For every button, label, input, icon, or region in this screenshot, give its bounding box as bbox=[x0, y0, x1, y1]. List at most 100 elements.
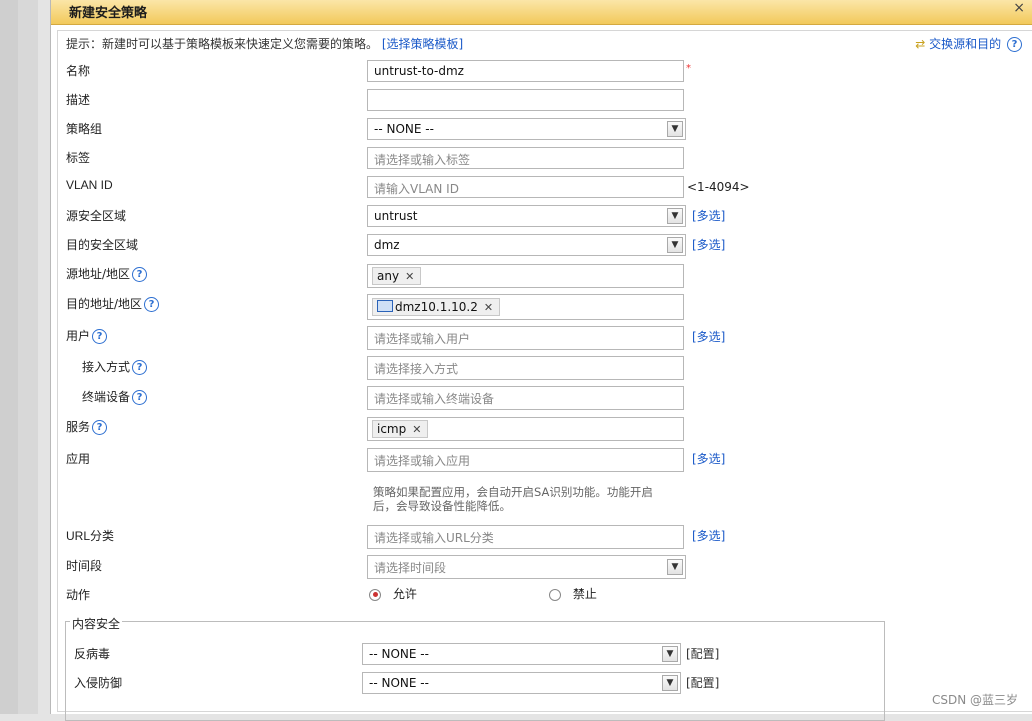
antivirus-select[interactable]: -- NONE -- ▼ bbox=[362, 643, 681, 665]
application-input[interactable]: 请选择或输入应用 bbox=[367, 448, 684, 472]
vlan-id-placeholder: 请输入VLAN ID bbox=[374, 182, 459, 196]
help-icon[interactable]: ? bbox=[132, 267, 148, 282]
action-deny-radio[interactable]: 禁止 bbox=[549, 585, 597, 602]
swap-icon: ⇄ bbox=[915, 37, 926, 51]
action-allow-radio[interactable]: 允许 bbox=[369, 585, 417, 602]
radio-selected-icon bbox=[369, 588, 381, 601]
outer-strip bbox=[0, 0, 18, 714]
url-category-multi-link[interactable]: [多选] bbox=[692, 527, 725, 544]
name-input[interactable]: untrust-to-dmz bbox=[367, 60, 684, 82]
content-security-legend: 内容安全 bbox=[70, 615, 123, 632]
application-note-line-1: 策略如果配置应用，会自动开启SA识别功能。功能开启 bbox=[373, 485, 653, 499]
ips-config-link[interactable]: [配置] bbox=[686, 674, 719, 691]
destination-address-text: 目的地址/地区 bbox=[66, 297, 143, 311]
help-icon[interactable]: ? bbox=[92, 329, 108, 344]
user-text: 用户 bbox=[66, 329, 91, 343]
vlan-id-input[interactable]: 请输入VLAN ID bbox=[367, 176, 684, 198]
dialog-titlebar: 新建安全策略 × bbox=[51, 0, 1032, 25]
dialog-title: 新建安全策略 bbox=[69, 6, 148, 21]
url-category-placeholder: 请选择或输入URL分类 bbox=[374, 531, 494, 545]
vlan-range-hint: <1-4094> bbox=[687, 180, 750, 194]
description-input[interactable] bbox=[367, 89, 684, 111]
access-mode-input[interactable]: 请选择接入方式 bbox=[367, 356, 684, 380]
antivirus-config-link[interactable]: [配置] bbox=[686, 645, 719, 662]
remove-tag-icon[interactable]: ✕ bbox=[405, 270, 414, 283]
source-address-text: 源地址/地区 bbox=[66, 267, 131, 281]
application-note: 策略如果配置应用，会自动开启SA识别功能。功能开启 后，会导致设备性能降低。 bbox=[373, 485, 653, 513]
tag-placeholder: 请选择或输入标签 bbox=[374, 153, 471, 167]
destination-address-tag: dmz10.1.10.2 ✕ bbox=[372, 298, 501, 316]
application-multi-link[interactable]: [多选] bbox=[692, 450, 725, 467]
swap-source-destination-link[interactable]: ⇄ 交换源和目的 ? bbox=[915, 35, 1022, 52]
user-input[interactable]: 请选择或输入用户 bbox=[367, 326, 684, 350]
source-address-tag: any ✕ bbox=[372, 267, 422, 285]
source-zone-select[interactable]: untrust ▼ bbox=[367, 205, 686, 227]
ips-value: -- NONE -- bbox=[369, 676, 429, 690]
time-range-select[interactable]: 请选择时间段 ▼ bbox=[367, 555, 686, 579]
destination-zone-label: 目的安全区域 bbox=[66, 238, 139, 252]
policy-group-select[interactable]: -- NONE -- ▼ bbox=[367, 118, 686, 140]
terminal-device-placeholder: 请选择或输入终端设备 bbox=[374, 392, 495, 406]
access-mode-text: 接入方式 bbox=[82, 360, 131, 374]
access-mode-placeholder: 请选择接入方式 bbox=[374, 362, 459, 376]
user-multi-link[interactable]: [多选] bbox=[692, 328, 725, 345]
help-icon[interactable]: ? bbox=[1007, 37, 1022, 52]
help-icon[interactable]: ? bbox=[132, 360, 148, 375]
source-zone-label: 源安全区域 bbox=[66, 209, 127, 223]
name-label: 名称 bbox=[66, 64, 91, 78]
policy-group-value: -- NONE -- bbox=[374, 122, 434, 136]
source-zone-value: untrust bbox=[374, 209, 418, 223]
time-range-label: 时间段 bbox=[66, 559, 103, 573]
chevron-down-icon[interactable]: ▼ bbox=[667, 237, 683, 253]
source-zone-multi-link[interactable]: [多选] bbox=[692, 207, 725, 224]
ips-label: 入侵防御 bbox=[74, 676, 123, 690]
chevron-down-icon[interactable]: ▼ bbox=[662, 675, 678, 691]
terminal-device-input[interactable]: 请选择或输入终端设备 bbox=[367, 386, 684, 410]
content-security-group bbox=[65, 621, 885, 721]
service-input[interactable]: icmp ✕ bbox=[367, 417, 684, 441]
remove-tag-icon[interactable]: ✕ bbox=[484, 301, 493, 314]
url-category-input[interactable]: 请选择或输入URL分类 bbox=[367, 525, 684, 549]
help-icon[interactable]: ? bbox=[132, 390, 148, 405]
help-icon[interactable]: ? bbox=[92, 420, 108, 435]
close-icon[interactable]: × bbox=[1013, 0, 1025, 16]
radio-unselected-icon bbox=[549, 588, 561, 601]
antivirus-value: -- NONE -- bbox=[369, 647, 429, 661]
select-template-link[interactable]: [选择策略模板] bbox=[382, 37, 463, 51]
service-tag-text: icmp bbox=[377, 422, 407, 436]
destination-zone-select[interactable]: dmz ▼ bbox=[367, 234, 686, 256]
swap-label: 交换源和目的 bbox=[929, 37, 1002, 51]
chevron-down-icon[interactable]: ▼ bbox=[662, 646, 678, 662]
vlan-id-label: VLAN ID bbox=[66, 178, 113, 192]
chevron-down-icon[interactable]: ▼ bbox=[667, 208, 683, 224]
remove-tag-icon[interactable]: ✕ bbox=[412, 423, 421, 436]
url-category-label: URL分类 bbox=[66, 529, 115, 543]
service-tag: icmp ✕ bbox=[372, 420, 429, 438]
user-placeholder: 请选择或输入用户 bbox=[374, 332, 471, 346]
destination-address-input[interactable]: dmz10.1.10.2 ✕ bbox=[367, 294, 684, 320]
source-address-tag-text: any bbox=[377, 269, 400, 283]
chevron-down-icon[interactable]: ▼ bbox=[667, 559, 683, 575]
monitor-icon bbox=[377, 300, 393, 312]
application-label: 应用 bbox=[66, 452, 91, 466]
left-navigation-strip bbox=[0, 0, 38, 714]
help-icon[interactable]: ? bbox=[144, 297, 160, 312]
name-value: untrust-to-dmz bbox=[374, 64, 464, 78]
hint-text: 提示：新建时可以基于策略模板来快速定义您需要的策略。 [选择策略模板] bbox=[66, 35, 463, 52]
required-mark: * bbox=[686, 63, 691, 74]
destination-address-label: 目的地址/地区? bbox=[66, 295, 160, 312]
tag-input[interactable]: 请选择或输入标签 bbox=[367, 147, 684, 169]
description-label: 描述 bbox=[66, 93, 91, 107]
ips-select[interactable]: -- NONE -- ▼ bbox=[362, 672, 681, 694]
destination-zone-multi-link[interactable]: [多选] bbox=[692, 236, 725, 253]
chevron-down-icon[interactable]: ▼ bbox=[667, 121, 683, 137]
source-address-label: 源地址/地区? bbox=[66, 265, 148, 282]
application-note-line-2: 后，会导致设备性能降低。 bbox=[373, 499, 511, 513]
access-mode-label: 接入方式? bbox=[82, 358, 148, 375]
source-address-input[interactable]: any ✕ bbox=[367, 264, 684, 288]
service-label: 服务? bbox=[66, 418, 108, 435]
terminal-device-text: 终端设备 bbox=[82, 390, 131, 404]
application-placeholder: 请选择或输入应用 bbox=[374, 454, 471, 468]
antivirus-label: 反病毒 bbox=[74, 647, 111, 661]
destination-zone-value: dmz bbox=[374, 238, 400, 252]
